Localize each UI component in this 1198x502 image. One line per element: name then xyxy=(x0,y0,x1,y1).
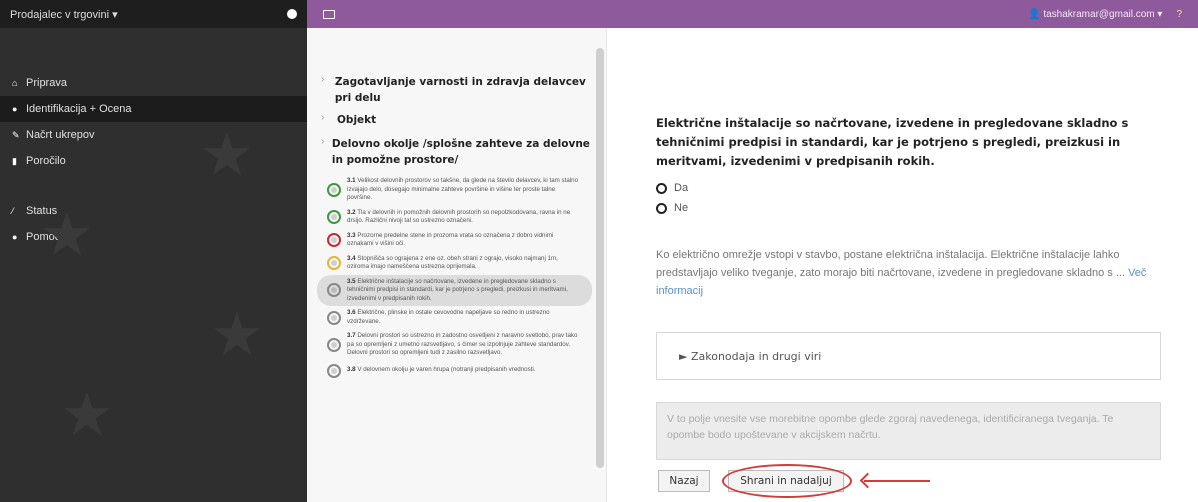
section-objekt[interactable]: › Objekt xyxy=(307,112,606,128)
pencil-icon: ✎ xyxy=(12,129,20,140)
notes-textarea[interactable]: V to polje vnesite vse morebitne opombe … xyxy=(656,402,1161,460)
question-title: Električne inštalacije so načrtovane, iz… xyxy=(656,116,1129,168)
status-ok-icon xyxy=(327,182,341,197)
question-item-3-1[interactable]: 3.1 Velikost delovnih prostorov so takšn… xyxy=(317,174,592,206)
decorative-star-icon: ★ xyxy=(40,201,94,268)
help-icon: ● xyxy=(12,232,18,242)
question-item-3-3[interactable]: 3.3 Prozorne predelne stene in prozorna … xyxy=(317,229,592,252)
document-icon: ▮ xyxy=(12,155,17,166)
section-delovno-okolje[interactable]: › Delovno okolje /splošne zahteve za del… xyxy=(307,136,606,168)
annotation-circle xyxy=(722,464,852,498)
back-button[interactable]: Nazaj xyxy=(658,470,710,492)
status-ok-icon xyxy=(327,210,341,224)
home-icon: ⌂ xyxy=(12,78,18,88)
sidebar-item-porocilo[interactable]: ▮ Poročilo xyxy=(0,148,307,174)
chevron-icon: › xyxy=(321,112,325,123)
status-unanswered-icon xyxy=(327,283,341,298)
question-item-3-2[interactable]: 3.2 Tla v delovnih in pomožnih delovnih … xyxy=(317,206,592,229)
sidebar-item-priprava[interactable]: ⌂ Priprava xyxy=(0,70,307,96)
question-list-panel: › Zagotavljanje varnosti in zdravja dela… xyxy=(307,28,607,502)
scrollbar[interactable] xyxy=(596,48,604,468)
question-item-3-4[interactable]: 3.4 Stopnišča so ograjena z ene oz. obeh… xyxy=(317,252,592,275)
gear-icon[interactable] xyxy=(287,9,297,19)
legislation-accordion[interactable]: ► Zakonodaja in drugi viri xyxy=(656,332,1161,380)
sidebar-item-label: Identifikacija + Ocena xyxy=(26,103,132,115)
check-circle-icon: ● xyxy=(12,104,18,114)
status-unanswered-icon xyxy=(327,363,341,378)
radio-option-da[interactable]: Da xyxy=(656,182,688,194)
menu-toggle-icon[interactable] xyxy=(323,9,335,19)
question-item-3-7[interactable]: 3.7 Delovni prostori so ustrezno in zado… xyxy=(317,329,592,361)
chevron-icon: › xyxy=(321,136,325,147)
decorative-star-icon: ★ xyxy=(210,301,264,368)
help-icon[interactable]: ? xyxy=(1176,9,1182,20)
sidebar-item-identifikacija[interactable]: ● Identifikacija + Ocena xyxy=(0,96,307,122)
question-item-3-6[interactable]: 3.6 Električne, plinske in ostale cevovo… xyxy=(317,306,592,329)
status-warning-icon xyxy=(327,256,341,270)
chart-icon: ⁄ xyxy=(12,206,14,216)
status-unanswered-icon xyxy=(327,310,341,325)
chevron-icon: › xyxy=(321,74,325,85)
top-bar: 👤 tashakramar@gmail.com ▾ ? xyxy=(307,0,1198,28)
sidebar-item-nacrt[interactable]: ✎ Načrt ukrepov xyxy=(0,122,307,148)
question-detail: Električne inštalacije so načrtovane, iz… xyxy=(608,28,1198,502)
sidebar-item-label: Priprava xyxy=(26,77,67,89)
status-risk-icon xyxy=(327,233,341,247)
sidebar-item-label: Poročilo xyxy=(26,155,66,167)
decorative-star-icon: ★ xyxy=(200,121,254,188)
sidebar-header[interactable]: Prodajalec v trgovini ▾ xyxy=(0,0,307,28)
radio-circle-icon[interactable] xyxy=(656,182,667,194)
sidebar: ★ ★ ★ ★ Prodajalec v trgovini ▾ ⌂ Pripra… xyxy=(0,0,307,502)
radio-circle-icon[interactable] xyxy=(656,202,667,214)
question-item-3-5[interactable]: 3.5 Električne inštalacije so načrtovane… xyxy=(317,274,592,306)
status-unanswered-icon xyxy=(327,337,341,352)
user-menu[interactable]: 👤 tashakramar@gmail.com ▾ xyxy=(1028,9,1162,20)
profession-selector[interactable]: Prodajalec v trgovini ▾ xyxy=(10,8,118,21)
sidebar-item-label: Načrt ukrepov xyxy=(26,129,95,141)
annotation-arrow-icon xyxy=(864,480,930,482)
question-item-3-8[interactable]: 3.8 V delovnem okolju je varen hrupa (no… xyxy=(317,361,592,381)
radio-option-ne[interactable]: Ne xyxy=(656,202,688,214)
info-text: Ko električno omrežje vstopi v stavbo, p… xyxy=(656,249,1147,297)
section-zagotavljanje[interactable]: › Zagotavljanje varnosti in zdravja dela… xyxy=(307,74,606,106)
decorative-star-icon: ★ xyxy=(60,381,114,448)
